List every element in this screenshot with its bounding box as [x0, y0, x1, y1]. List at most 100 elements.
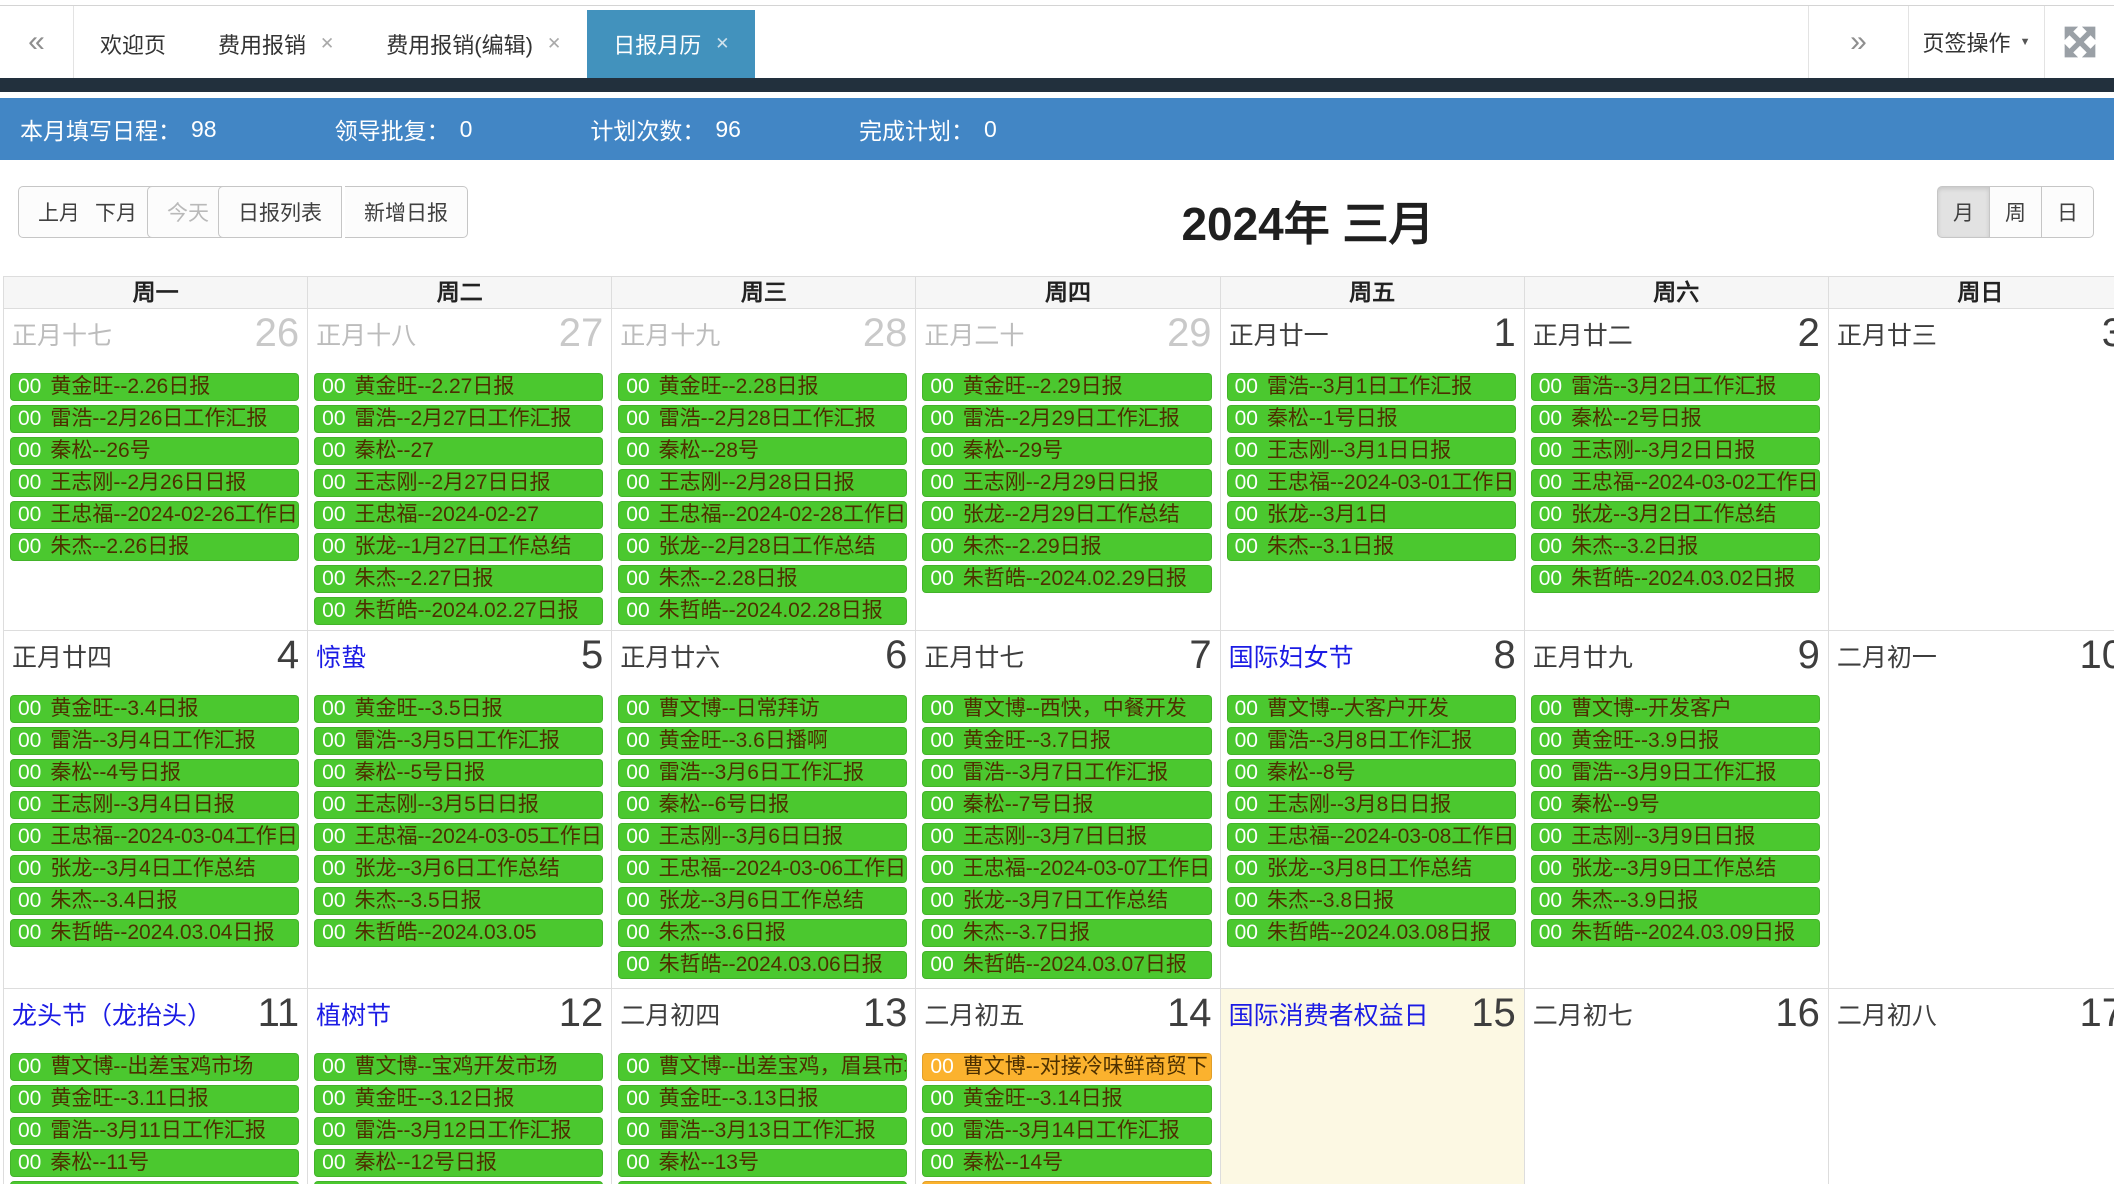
event-item[interactable]: 00秦松--2号日报 [1531, 405, 1820, 433]
view-button[interactable]: 月 [1937, 186, 1990, 238]
event-item[interactable]: 00王忠福--2024-03-04工作日报 [10, 823, 299, 851]
event-item[interactable]: 00张龙--3月2日工作总结 [1531, 501, 1820, 529]
event-item[interactable]: 00张龙--3月6日工作总结 [314, 855, 603, 883]
event-item[interactable]: 00秦松--28号 [618, 437, 907, 465]
event-item[interactable]: 00黄金旺--3.9日报 [1531, 727, 1820, 755]
event-item[interactable]: 00张龙--3月7日工作总结 [922, 887, 1211, 915]
day-cell[interactable]: 正月廿九900曹文博--开发客户00黄金旺--3.9日报00雷浩--3月9日工作… [1525, 631, 1829, 989]
event-item[interactable]: 00雷浩--3月2日工作汇报 [1531, 373, 1820, 401]
event-item[interactable]: 00王志刚--3月9日日报 [1531, 823, 1820, 851]
event-item[interactable]: 00王志刚--2月26日日报 [10, 469, 299, 497]
day-cell[interactable]: 二月初一10 [1829, 631, 2114, 989]
day-cell[interactable]: 国际消费者权益日15 [1221, 989, 1525, 1184]
tab-active[interactable]: 日报月历✕ [587, 10, 755, 78]
day-cell[interactable]: 植树节1200曹文博--宝鸡开发市场00黄金旺--3.12日报00雷浩--3月1… [308, 989, 612, 1184]
event-item[interactable]: 00雷浩--3月4日工作汇报 [10, 727, 299, 755]
event-item[interactable]: 00秦松--8号 [1227, 759, 1516, 787]
event-item[interactable]: 00朱杰--3.5日报 [314, 887, 603, 915]
event-item[interactable]: 00朱哲皓--2024.02.27日报 [314, 597, 603, 625]
event-item[interactable]: 00黄金旺--3.5日报 [314, 695, 603, 723]
event-item[interactable]: 00朱哲皓--2024.02.29日报 [922, 565, 1211, 593]
event-item[interactable]: 00朱哲皓--2024.03.02日报 [1531, 565, 1820, 593]
event-item[interactable]: 00朱杰--3.6日报 [618, 919, 907, 947]
day-cell[interactable]: 二月初四1300曹文博--出差宝鸡，眉县市场00黄金旺--3.13日报00雷浩-… [612, 989, 916, 1184]
event-item[interactable]: 00朱杰--3.4日报 [10, 887, 299, 915]
day-cell[interactable]: 国际妇女节800曹文博--大客户开发00雷浩--3月8日工作汇报00秦松--8号… [1221, 631, 1525, 989]
event-item[interactable]: 00王志刚--2月29日日报 [922, 469, 1211, 497]
event-item[interactable]: 00曹文博--对接冷味鲜商贸下 [922, 1053, 1211, 1081]
event-item[interactable]: 00黄金旺--2.26日报 [10, 373, 299, 401]
daily-report-list-button[interactable]: 日报列表 [218, 186, 342, 238]
event-item[interactable]: 00秦松--12号日报 [314, 1149, 603, 1177]
day-cell[interactable]: 正月十九2800黄金旺--2.28日报00雷浩--2月28日工作汇报00秦松--… [612, 309, 916, 631]
event-item[interactable]: 00张龙--3月6日工作总结 [618, 887, 907, 915]
event-item[interactable]: 00曹文博--大客户开发 [1227, 695, 1516, 723]
event-item[interactable]: 00王忠福--2024-03-02工作日报 [1531, 469, 1820, 497]
event-item[interactable]: 00张龙--3月1日 [1227, 501, 1516, 529]
event-item[interactable]: 00黄金旺--3.13日报 [618, 1085, 907, 1113]
event-item[interactable]: 00秦松--27 [314, 437, 603, 465]
event-item[interactable]: 00王志刚--2月27日日报 [314, 469, 603, 497]
event-item[interactable]: 00朱哲皓--2024.02.28日报 [618, 597, 907, 625]
day-cell[interactable]: 正月廿四400黄金旺--3.4日报00雷浩--3月4日工作汇报00秦松--4号日… [4, 631, 308, 989]
event-item[interactable]: 00曹文博--日常拜访 [618, 695, 907, 723]
day-cell[interactable]: 二月初七16 [1525, 989, 1829, 1184]
tab-close-icon[interactable]: ✕ [320, 34, 334, 54]
event-item[interactable]: 00朱哲皓--2024.03.05 [314, 919, 603, 947]
event-item[interactable]: 00张龙--3月4日工作总结 [10, 855, 299, 883]
event-item[interactable]: 00朱杰--3.8日报 [1227, 887, 1516, 915]
event-item[interactable]: 00雷浩--3月8日工作汇报 [1227, 727, 1516, 755]
day-cell[interactable]: 龙头节（龙抬头）1100曹文博--出差宝鸡市场00黄金旺--3.11日报00雷浩… [4, 989, 308, 1184]
event-item[interactable]: 00秦松--29号 [922, 437, 1211, 465]
event-item[interactable]: 00曹文博--出差宝鸡市场 [10, 1053, 299, 1081]
add-daily-report-button[interactable]: 新增日报 [345, 186, 468, 238]
event-item[interactable]: 00秦松--4号日报 [10, 759, 299, 787]
event-item[interactable]: 00雷浩--3月1日工作汇报 [1227, 373, 1516, 401]
event-item[interactable]: 00王志刚--3月5日日报 [314, 791, 603, 819]
event-item[interactable]: 00王忠福--2024-03-07工作日报 [922, 855, 1211, 883]
event-item[interactable]: 00雷浩--3月5日工作汇报 [314, 727, 603, 755]
event-item[interactable]: 00黄金旺--3.11日报 [10, 1085, 299, 1113]
tab-item[interactable]: 费用报销(编辑)✕ [360, 10, 587, 78]
event-item[interactable]: 00黄金旺--3.6日播啊 [618, 727, 907, 755]
event-item[interactable]: 00秦松--26号 [10, 437, 299, 465]
tab-operations-dropdown[interactable]: 页签操作 ▼ [1908, 6, 2044, 78]
event-item[interactable]: 00朱哲皓--2024.03.06日报 [618, 951, 907, 979]
event-item[interactable]: 00王忠福--2024-03-08工作日报 [1227, 823, 1516, 851]
event-item[interactable]: 00王忠福--2024-02-26工作日报 [10, 501, 299, 529]
day-cell[interactable]: 正月二十2900黄金旺--2.29日报00雷浩--2月29日工作汇报00秦松--… [916, 309, 1220, 631]
fullscreen-button[interactable] [2044, 6, 2114, 78]
event-item[interactable]: 00黄金旺--2.27日报 [314, 373, 603, 401]
tabs-scroll-left-button[interactable]: « [0, 6, 74, 78]
event-item[interactable]: 00雷浩--3月13日工作汇报 [618, 1117, 907, 1145]
event-item[interactable]: 00曹文博--宝鸡开发市场 [314, 1053, 603, 1081]
event-item[interactable]: 00秦松--14号 [922, 1149, 1211, 1177]
event-item[interactable]: 00王忠福--2024-03-01工作日报 [1227, 469, 1516, 497]
event-item[interactable]: 00黄金旺--3.14日报 [922, 1085, 1211, 1113]
event-item[interactable]: 00王志刚--3月8日日报 [1227, 791, 1516, 819]
event-item[interactable]: 00朱哲皓--2024.03.09日报 [1531, 919, 1820, 947]
event-item[interactable]: 00雷浩--3月12日工作汇报 [314, 1117, 603, 1145]
event-item[interactable]: 00曹文博--开发客户 [1531, 695, 1820, 723]
day-cell[interactable]: 正月廿六600曹文博--日常拜访00黄金旺--3.6日播啊00雷浩--3月6日工… [612, 631, 916, 989]
event-item[interactable]: 00雷浩--3月14日工作汇报 [922, 1117, 1211, 1145]
event-item[interactable]: 00朱哲皓--2024.03.08日报 [1227, 919, 1516, 947]
event-item[interactable]: 00雷浩--3月6日工作汇报 [618, 759, 907, 787]
event-item[interactable]: 00黄金旺--3.7日报 [922, 727, 1211, 755]
day-cell[interactable]: 正月十七2600黄金旺--2.26日报00雷浩--2月26日工作汇报00秦松--… [4, 309, 308, 631]
event-item[interactable]: 00雷浩--3月11日工作汇报 [10, 1117, 299, 1145]
day-cell[interactable]: 惊蛰500黄金旺--3.5日报00雷浩--3月5日工作汇报00秦松--5号日报0… [308, 631, 612, 989]
event-item[interactable]: 00王志刚--3月2日日报 [1531, 437, 1820, 465]
tab-item[interactable]: 费用报销✕ [192, 10, 360, 78]
day-cell[interactable]: 正月十八2700黄金旺--2.27日报00雷浩--2月27日工作汇报00秦松--… [308, 309, 612, 631]
event-item[interactable]: 00张龙--3月8日工作总结 [1227, 855, 1516, 883]
event-item[interactable]: 00张龙--2月29日工作总结 [922, 501, 1211, 529]
day-cell[interactable]: 正月廿七700曹文博--西快，中餐开发00黄金旺--3.7日报00雷浩--3月7… [916, 631, 1220, 989]
event-item[interactable]: 00王志刚--3月4日日报 [10, 791, 299, 819]
event-item[interactable]: 00王忠福--2024-02-27 [314, 501, 603, 529]
event-item[interactable]: 00朱杰--3.2日报 [1531, 533, 1820, 561]
event-item[interactable]: 00曹文博--出差宝鸡，眉县市场 [618, 1053, 907, 1081]
event-item[interactable]: 00秦松--13号 [618, 1149, 907, 1177]
event-item[interactable]: 00王志刚--2月28日日报 [618, 469, 907, 497]
event-item[interactable]: 00王志刚--3月7日日报 [922, 823, 1211, 851]
